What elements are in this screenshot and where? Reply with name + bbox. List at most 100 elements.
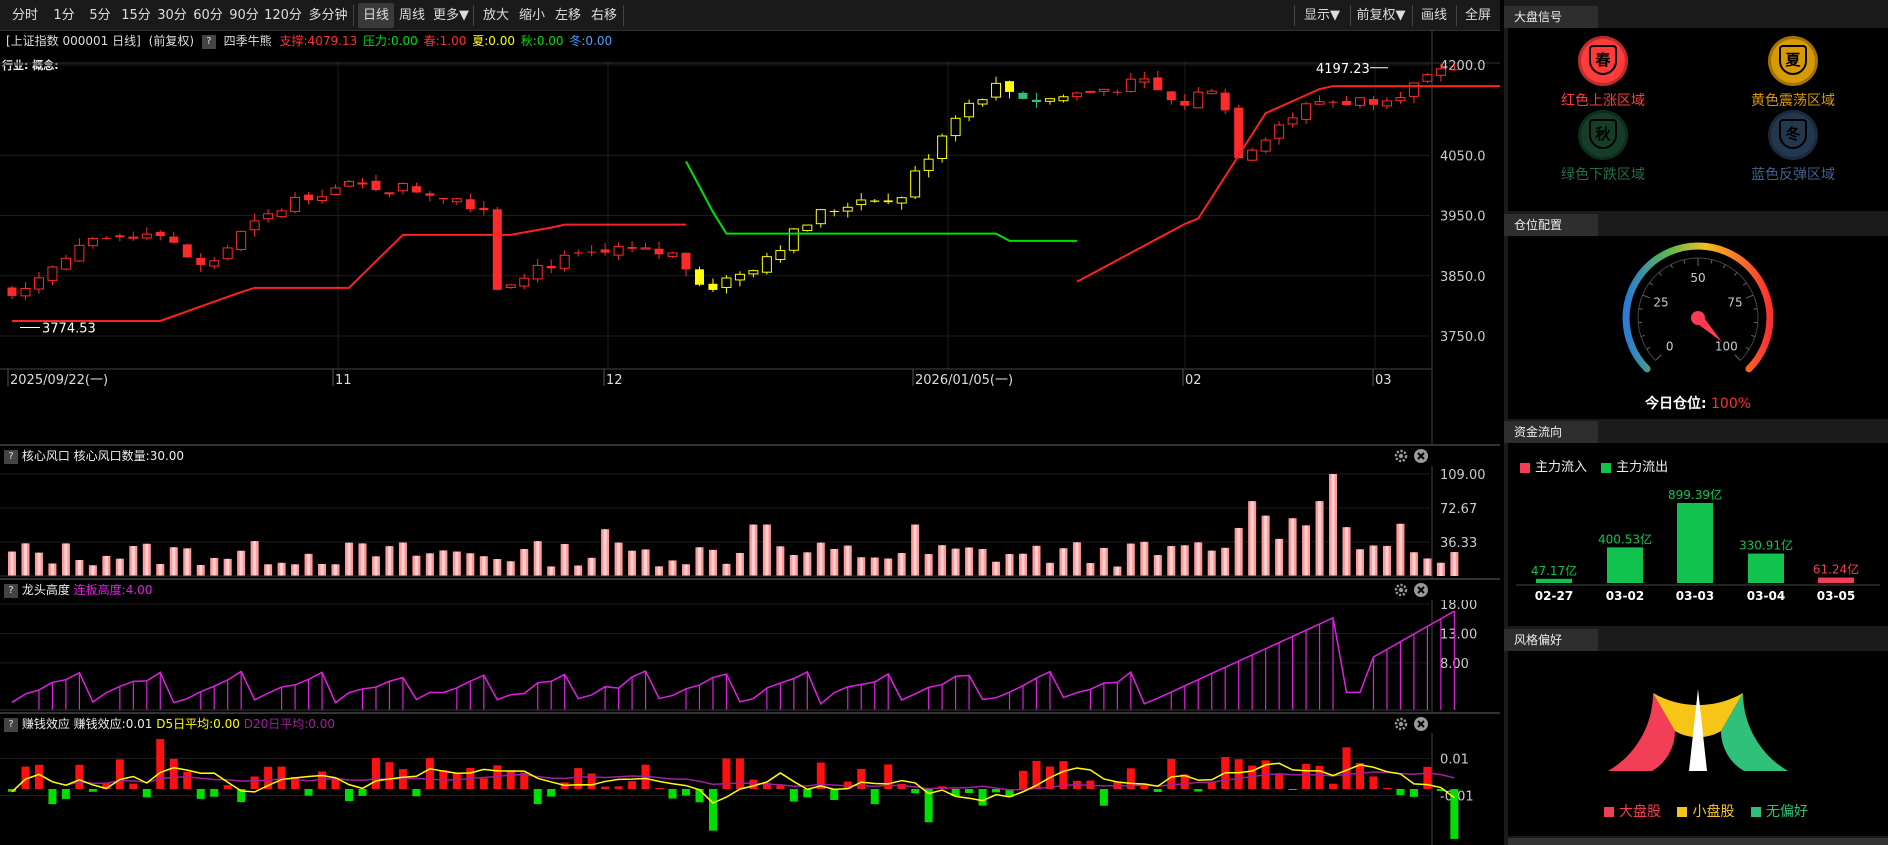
x-tick-label: 11 — [335, 373, 352, 388]
toolbar-btn-14[interactable]: 左移 — [550, 3, 586, 28]
sub1-help-icon[interactable]: ? — [4, 449, 18, 464]
style-legend: 大盘股 小盘股 无偏好 — [1604, 801, 1808, 821]
candle — [587, 245, 597, 257]
sub3-value: 赚钱效应:0.01 — [73, 717, 153, 731]
candle — [141, 227, 152, 240]
profit-bar — [1329, 783, 1338, 789]
season-icon: 夏 — [1768, 36, 1818, 86]
profit-bar — [183, 771, 192, 789]
flow-date: 03-03 — [1676, 589, 1714, 603]
y-tick-label: 3950.0 — [1440, 210, 1486, 225]
low-label: 3774.53 — [42, 322, 96, 337]
profit-bar — [789, 789, 798, 802]
profit-bar — [574, 768, 583, 789]
signal-item-1: 夏黄色震荡区域 — [1698, 36, 1888, 110]
toolbar-btn-4[interactable]: 30分 — [154, 3, 190, 28]
position-header: 仓位配置 — [1504, 214, 1888, 236]
sub2-help-icon[interactable]: ? — [4, 583, 18, 598]
sub2-settings-icon[interactable] — [1393, 582, 1409, 598]
flow-value: 61.24亿 — [1813, 562, 1859, 577]
sub1-settings-icon[interactable] — [1393, 448, 1409, 464]
candle — [74, 238, 85, 262]
toolbar-btn-8[interactable]: 多分钟 — [304, 3, 352, 28]
candle — [451, 197, 462, 206]
flow-value: 400.53亿 — [1598, 531, 1652, 546]
position-label: 今日仓位: — [1644, 396, 1707, 412]
toolbar-right-btn-3[interactable]: 全屏 — [1458, 3, 1498, 28]
toolbar-btn-7[interactable]: 120分 — [262, 3, 304, 28]
toolbar-btn-3[interactable]: 15分 — [118, 3, 154, 28]
toolbar-btn-13[interactable]: 缩小 — [514, 3, 550, 28]
toolbar-right-btn-1[interactable]: 前复权▼ — [1352, 3, 1410, 28]
profit-bar — [533, 789, 542, 805]
toolbar-btn-9[interactable]: 日线 — [358, 3, 394, 28]
sub3-y-tick: 0.01 — [1440, 753, 1469, 768]
profit-effect-chart: 0.030.01-0.01 — [0, 733, 1474, 845]
sub3-title: 赚钱效应 — [21, 717, 70, 731]
no-pref-label: 无偏好 — [1765, 804, 1808, 820]
candle — [101, 236, 111, 240]
profit-bar — [655, 788, 664, 790]
flow-value: 330.91亿 — [1739, 538, 1793, 553]
candle — [734, 271, 745, 287]
profit-bar — [601, 786, 610, 789]
sub3-help-icon[interactable]: ? — [4, 717, 18, 732]
toolbar-right-btn-0[interactable]: 显示▼ — [1296, 3, 1348, 28]
candle — [155, 230, 165, 241]
candle — [815, 209, 826, 228]
candle — [397, 182, 408, 195]
profit-bar — [695, 789, 704, 803]
style-panel: 大盘股 小盘股 无偏好 — [1508, 651, 1888, 836]
candle — [209, 257, 220, 270]
gauge-tick: 50 — [1690, 271, 1705, 285]
candle — [546, 259, 556, 274]
sub1-close-icon[interactable] — [1413, 448, 1429, 464]
toolbar-btn-10[interactable]: 周线 — [394, 3, 430, 28]
profit-bar — [48, 789, 57, 805]
profit-bar — [129, 783, 138, 789]
profit-bar — [304, 789, 313, 796]
profit-bar — [1342, 747, 1351, 789]
profit-bar — [1396, 789, 1405, 796]
profit-bar — [1019, 770, 1027, 789]
candle — [1139, 71, 1150, 89]
bottom-scrollbar[interactable] — [1508, 838, 1888, 845]
toolbar-btn-1[interactable]: 1分 — [46, 3, 82, 28]
candle — [60, 254, 71, 271]
candle — [1314, 95, 1325, 105]
position-title: 仓位配置 — [1504, 214, 1598, 236]
candle — [87, 237, 98, 249]
sub2-close-icon[interactable] — [1413, 582, 1429, 598]
sub3-settings-icon[interactable] — [1393, 716, 1409, 732]
sub3-close-icon[interactable] — [1413, 716, 1429, 732]
toolbar-btn-0[interactable]: 分时 — [4, 3, 46, 28]
toolbar-btn-2[interactable]: 5分 — [82, 3, 118, 28]
candle — [559, 250, 570, 272]
candle — [991, 76, 1002, 101]
toolbar-btn-11[interactable]: 更多▼ — [430, 3, 472, 28]
sub1-y-tick: 72.67 — [1440, 502, 1477, 517]
toolbar-btn-15[interactable]: 右移 — [586, 3, 622, 28]
toolbar-btn-6[interactable]: 90分 — [226, 3, 262, 28]
candle — [304, 192, 314, 205]
kline-chart[interactable]: 4200.0 4050.0 3950.0 3850.0 3750.0 2025/09/22… — [0, 31, 1500, 444]
profit-bar — [75, 764, 84, 789]
candle — [196, 253, 206, 272]
candle — [1260, 137, 1271, 154]
high-label: 4197.23 — [1316, 62, 1370, 77]
toolbar-btn-12[interactable]: 放大 — [478, 3, 514, 28]
pressure-line — [685, 160, 1077, 242]
y-tick-label: 3850.0 — [1440, 270, 1486, 285]
style-title: 风格偏好 — [1504, 629, 1598, 651]
flow-date: 03-05 — [1817, 589, 1855, 603]
toolbar-btn-5[interactable]: 60分 — [190, 3, 226, 28]
large-cap-label: 大盘股 — [1619, 804, 1661, 820]
signal-panel: 春红色上涨区域夏黄色震荡区域秋绿色下跌区域冬蓝色反弹区域 — [1508, 28, 1888, 211]
flow-value: 47.17亿 — [1531, 563, 1577, 578]
sub1-title: 核心风口 — [21, 449, 70, 463]
toolbar-right-btn-2[interactable]: 画线 — [1414, 3, 1454, 28]
profit-bar — [978, 789, 987, 806]
candle — [923, 154, 934, 178]
profit-bar — [223, 785, 232, 789]
y-tick-label: 4200.0 — [1440, 59, 1486, 74]
